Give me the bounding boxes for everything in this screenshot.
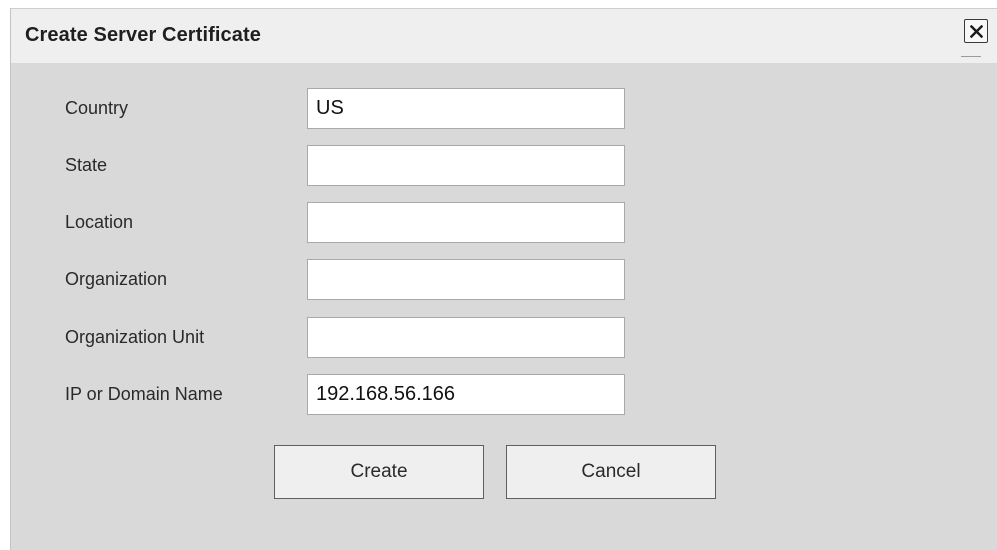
location-field[interactable] — [307, 202, 625, 243]
ip-or-domain-label: IP or Domain Name — [65, 384, 223, 404]
state-field[interactable] — [307, 145, 625, 186]
country-row: Country — [11, 88, 997, 130]
state-row: State — [11, 145, 997, 187]
organization-row: Organization — [11, 259, 997, 301]
location-row: Location — [11, 202, 997, 244]
ip-or-domain-field[interactable] — [307, 374, 625, 415]
dialog-titlebar: Create Server Certificate — [11, 8, 997, 63]
country-field[interactable] — [307, 88, 625, 129]
dialog-title: Create Server Certificate — [25, 24, 261, 46]
organization-unit-label: Organization Unit — [65, 327, 205, 347]
organization-field[interactable] — [307, 259, 625, 300]
close-icon — [970, 25, 983, 38]
country-label: Country — [65, 98, 129, 118]
location-label: Location — [65, 212, 134, 232]
state-label: State — [65, 155, 108, 175]
close-focus-underline — [961, 56, 981, 57]
cancel-button[interactable]: Cancel — [506, 445, 716, 499]
organization-unit-row: Organization Unit — [11, 317, 997, 359]
close-button[interactable] — [964, 19, 988, 43]
create-server-certificate-dialog: Create Server Certificate Country State … — [10, 8, 997, 550]
create-button[interactable]: Create — [274, 445, 484, 499]
ip-or-domain-row: IP or Domain Name — [11, 374, 997, 416]
organization-unit-field[interactable] — [307, 317, 625, 358]
organization-label: Organization — [65, 269, 168, 289]
